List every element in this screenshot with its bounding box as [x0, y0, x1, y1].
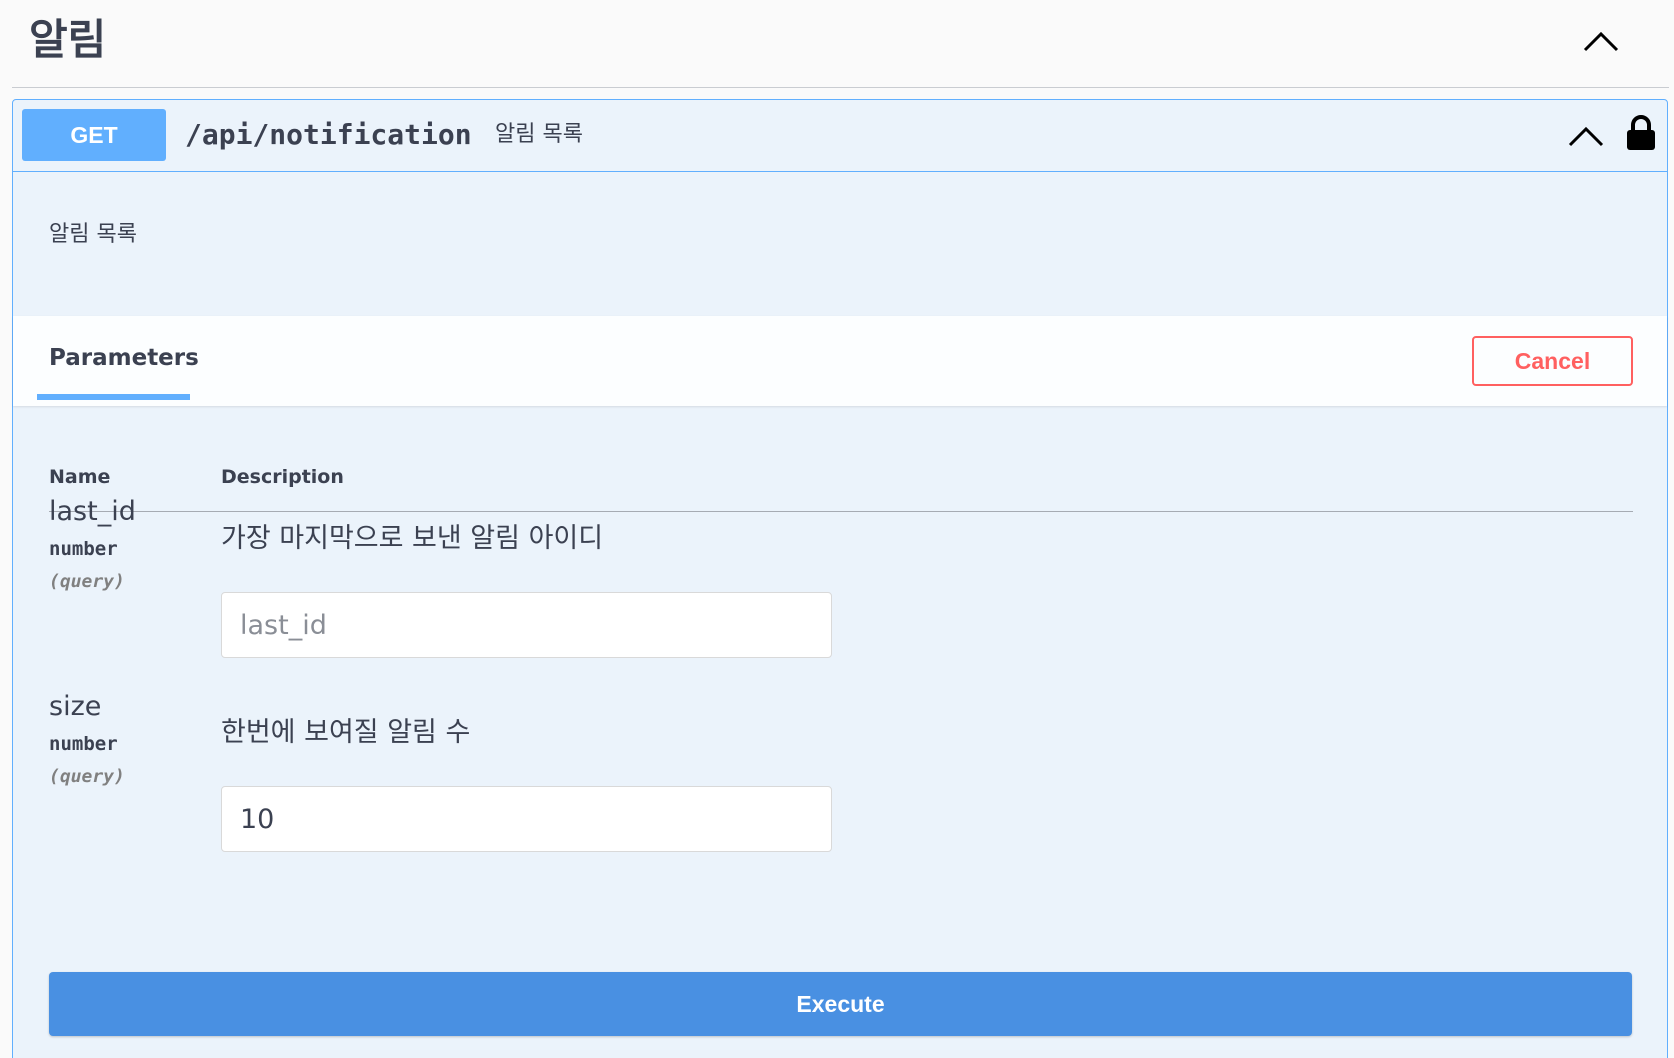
execute-button[interactable]: Execute	[49, 972, 1632, 1036]
column-header-description: Description	[221, 466, 344, 488]
param-type: number	[49, 733, 118, 755]
chevron-up-icon[interactable]	[1567, 120, 1605, 152]
tag-section-header[interactable]: 알림	[12, 0, 1669, 88]
size-input[interactable]	[221, 786, 832, 852]
lock-icon[interactable]	[1625, 114, 1657, 152]
operation-summary[interactable]: GET /api/notification 알림 목록	[13, 100, 1667, 172]
param-location: (query)	[49, 766, 125, 787]
param-type: number	[49, 538, 118, 560]
tag-title: 알림	[29, 15, 107, 64]
param-location: (query)	[49, 571, 125, 592]
tab-parameters[interactable]: Parameters	[49, 340, 199, 376]
param-name: last_id	[49, 496, 136, 527]
operation-description: 알림 목록	[49, 222, 137, 247]
chevron-up-icon[interactable]	[1581, 24, 1621, 58]
operation-block: GET /api/notification 알림 목록 알림 목록 Parame…	[12, 99, 1668, 1058]
parameters-bar: Parameters Cancel	[13, 316, 1667, 406]
operation-summary-text: 알림 목록	[495, 122, 583, 147]
param-description: 한번에 보여질 알림 수	[221, 717, 471, 748]
param-description: 가장 마지막으로 보낸 알림 아이디	[221, 523, 604, 554]
page: 알림 GET /api/notification 알림 목록 알림 목록 Par…	[0, 0, 1674, 1058]
param-name: size	[49, 691, 102, 722]
column-header-name: Name	[49, 466, 111, 488]
tab-active-indicator	[37, 394, 190, 400]
operation-path: /api/notification	[185, 118, 472, 151]
cancel-button[interactable]: Cancel	[1472, 336, 1633, 386]
last-id-input[interactable]	[221, 592, 832, 658]
method-badge: GET	[22, 109, 166, 161]
parameters-table-header: Name Description	[49, 462, 1633, 512]
